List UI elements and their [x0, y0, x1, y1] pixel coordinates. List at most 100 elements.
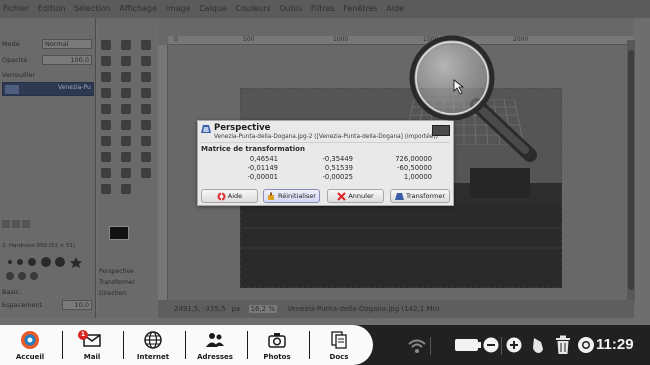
- help-lifebuoy-icon: [217, 192, 226, 200]
- menu-tools[interactable]: Outils: [279, 4, 302, 13]
- documents-icon: [331, 331, 347, 349]
- help-button-label: Aide: [227, 192, 243, 200]
- brush-name: 2. Hardness 050 (51 × 51): [2, 243, 76, 249]
- help-button[interactable]: Aide: [201, 189, 258, 203]
- layer-opacity-input[interactable]: 100,0: [42, 55, 92, 65]
- menu-bar: Fichier Edition Sélection Affichage Imag…: [0, 0, 650, 18]
- brush-spacing-row: Espacement 10,0: [2, 299, 94, 311]
- brush-spacing-label: Espacement: [2, 301, 43, 309]
- home-logo-icon: [21, 331, 39, 349]
- zoom-select[interactable]: 16,2 %: [248, 305, 278, 313]
- app-docs[interactable]: Docs: [309, 325, 369, 365]
- layer-lock-row: Verrouiller: [2, 69, 94, 81]
- horizontal-ruler: 0 500 1000 1500 2000: [168, 36, 634, 45]
- matrix-title: Matrice de transformation: [201, 145, 305, 153]
- matrix-cell: -0,00025: [322, 173, 353, 181]
- battery-icon[interactable]: [455, 339, 481, 351]
- contacts-icon: [206, 333, 224, 347]
- globe-icon: [144, 331, 162, 349]
- vertical-ruler: [158, 45, 168, 305]
- perspective-tool-icon: [201, 125, 211, 133]
- matrix-cell: -0,35449: [322, 155, 353, 163]
- menu-help[interactable]: Aide: [386, 4, 404, 13]
- app-adresses[interactable]: Adresses: [185, 325, 245, 365]
- reset-button-label: Réinitialiser: [278, 192, 316, 200]
- matrix-cell: 0,46541: [249, 155, 278, 163]
- layer-mode-select[interactable]: Normal: [42, 39, 92, 49]
- app-launcher: Accueil Mail 1 Internet Adresses Photos …: [0, 325, 373, 365]
- vertical-scrollbar[interactable]: [627, 40, 635, 302]
- layer-list-item[interactable]: Venezia-Pu: [2, 82, 94, 96]
- app-label: Accueil: [15, 353, 45, 361]
- app-label: Docs: [329, 353, 349, 361]
- menu-edit[interactable]: Edition: [38, 4, 66, 13]
- brush-spacing-input[interactable]: 10,0: [62, 300, 92, 310]
- matrix-cell: -0,00001: [247, 173, 278, 181]
- clock: 11:29: [596, 336, 634, 353]
- app-internet[interactable]: Internet: [123, 325, 183, 365]
- app-label: Mail: [83, 353, 101, 361]
- tray-divider: [501, 337, 502, 355]
- ruler-tick: 0: [174, 36, 178, 43]
- brush-icons-row: [2, 213, 42, 228]
- toolbox: Perspective Transformer Direction: [97, 18, 157, 318]
- tool-options-title: Perspective: [99, 268, 134, 275]
- matrix-cell: -0,01149: [247, 164, 278, 172]
- layer-opacity-label: Opacité: [2, 56, 28, 64]
- menu-colors[interactable]: Couleurs: [235, 4, 270, 13]
- file-info: Venezia-Punta-della-Dogana.jpg (142,1 Mo…: [287, 305, 440, 313]
- layer-mode-row: Mode Normal: [2, 38, 94, 50]
- pointer-hand-icon[interactable]: [531, 336, 545, 354]
- tool-options-direction-label: Direction: [99, 290, 127, 297]
- tool-options-transform-label: Transformer: [99, 279, 136, 286]
- transform-perspective-icon: [394, 192, 404, 200]
- menu-filters[interactable]: Filtres: [311, 4, 335, 13]
- zoom-out-icon[interactable]: [483, 337, 499, 353]
- app-photos[interactable]: Photos: [247, 325, 307, 365]
- trash-icon[interactable]: [555, 335, 571, 355]
- matrix-cell: 0,51539: [324, 164, 353, 172]
- zoom-in-icon[interactable]: [506, 337, 522, 353]
- menu-image[interactable]: Image: [165, 4, 190, 13]
- reset-button[interactable]: Réinitialiser: [263, 189, 320, 203]
- wifi-icon[interactable]: [408, 338, 426, 354]
- matrix-cell: 1,00000: [403, 173, 432, 181]
- ruler-tick: 500: [243, 36, 255, 43]
- unit-select[interactable]: px: [232, 305, 241, 313]
- layer-thumbnail: [5, 85, 19, 94]
- app-label: Adresses: [197, 353, 233, 361]
- mail-unread-badge: 1: [78, 330, 88, 340]
- cancel-button[interactable]: Annuler: [327, 189, 384, 203]
- foreground-color-swatch[interactable]: [109, 226, 129, 240]
- layers-dock: Mode Normal Opacité 100,0 Verrouiller Ve…: [0, 18, 96, 318]
- help-lifebuoy-icon[interactable]: [577, 336, 595, 354]
- screen: Fichier Edition Sélection Affichage Imag…: [0, 0, 650, 365]
- layer-name: Venezia-Pu: [58, 84, 91, 91]
- camera-icon: [268, 333, 286, 348]
- layer-lock-label: Verrouiller: [2, 71, 36, 79]
- menu-windows[interactable]: Fenêtres: [343, 4, 377, 13]
- app-label: Internet: [136, 353, 170, 361]
- layer-mode-label: Mode: [2, 40, 20, 48]
- app-label: Photos: [263, 353, 291, 361]
- dialog-title: Perspective: [214, 123, 271, 133]
- cancel-button-label: Annuler: [348, 192, 374, 200]
- status-bar: 2491,5, -335,5 px 16,2 % Venezia-Punta-d…: [158, 300, 634, 318]
- tray-divider: [430, 337, 431, 355]
- reset-broom-icon: [268, 192, 275, 200]
- menu-select[interactable]: Sélection: [74, 4, 111, 13]
- app-mail[interactable]: Mail: [62, 325, 122, 365]
- brush-grid[interactable]: [4, 256, 92, 286]
- ruler-tick: 1000: [333, 36, 349, 43]
- menu-view[interactable]: Affichage: [119, 4, 157, 13]
- transform-button[interactable]: Transformer: [390, 189, 450, 203]
- transform-button-label: Transformer: [405, 192, 445, 200]
- menu-layer[interactable]: Calque: [199, 4, 227, 13]
- cancel-x-icon: [337, 191, 347, 201]
- brush-preset[interactable]: Basic.: [2, 286, 94, 298]
- tool-icons[interactable]: [97, 38, 157, 208]
- app-accueil[interactable]: Accueil: [0, 325, 60, 365]
- menu-file[interactable]: Fichier: [3, 4, 29, 13]
- taskbar: Accueil Mail 1 Internet Adresses Photos …: [0, 325, 650, 365]
- magnifier-icon: [409, 35, 537, 162]
